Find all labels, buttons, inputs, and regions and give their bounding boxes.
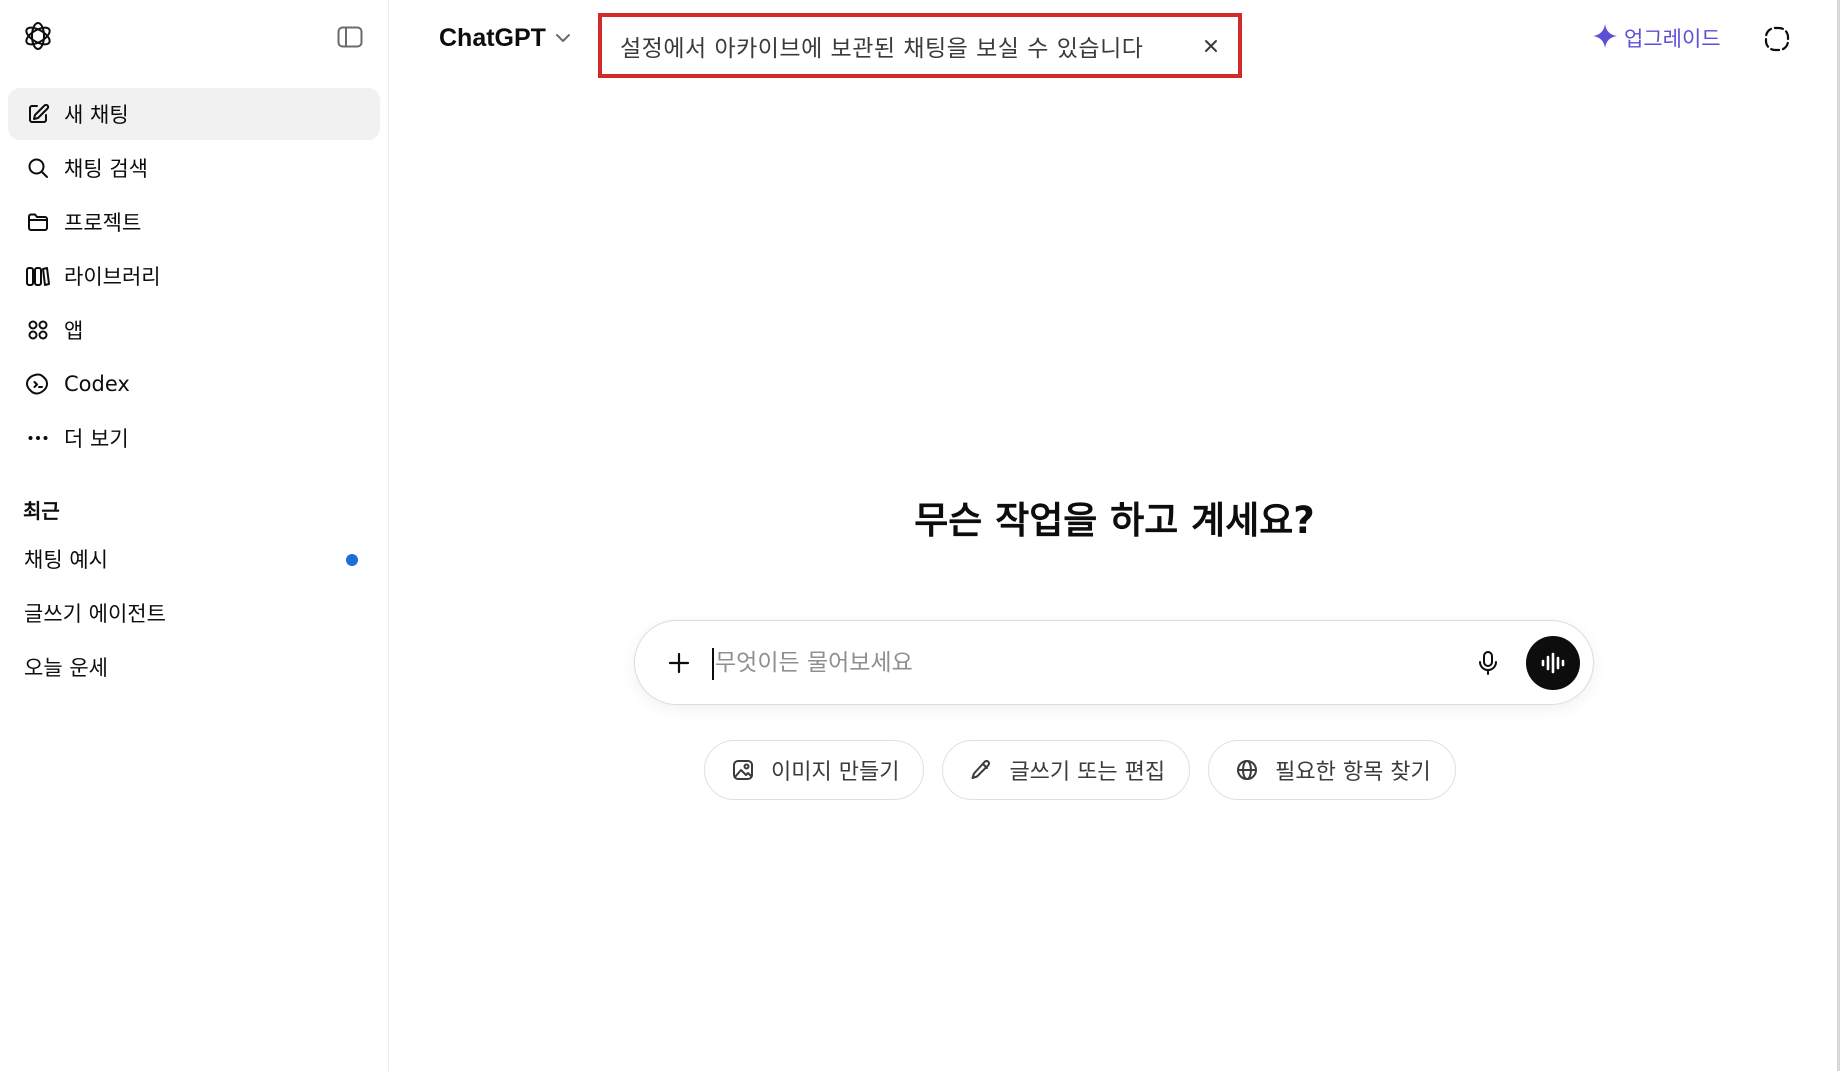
chip-label: 이미지 만들기 bbox=[771, 760, 900, 785]
globe-icon bbox=[1233, 756, 1261, 784]
folder-icon bbox=[24, 208, 52, 236]
search-icon bbox=[24, 154, 52, 182]
recent-section-title: 최근 bbox=[23, 499, 60, 523]
chip-label: 글쓰기 또는 편집 bbox=[1009, 760, 1166, 785]
recent-chat-label: 오늘 운세 bbox=[24, 656, 108, 680]
toast-message: 설정에서 아카이브에 보관된 채팅을 보실 수 있습니다 bbox=[620, 35, 1144, 62]
sidebar-item-search-chats[interactable]: 채팅 검색 bbox=[8, 142, 380, 194]
plus-icon[interactable] bbox=[661, 645, 697, 681]
model-selector[interactable]: ChatGPT bbox=[439, 20, 572, 56]
sidebar-item-label: 프로젝트 bbox=[64, 211, 142, 235]
sidebar-item-label: Codex bbox=[64, 372, 130, 396]
microphone-icon[interactable] bbox=[1470, 645, 1506, 681]
page-title: 무슨 작업을 하고 계세요? bbox=[914, 499, 1315, 542]
unread-dot-icon bbox=[346, 554, 358, 566]
chevron-down-icon bbox=[554, 32, 572, 44]
recent-chat-item[interactable]: 오늘 운세 bbox=[8, 640, 380, 694]
sidebar-item-label: 더 보기 bbox=[64, 427, 129, 451]
sidebar-item-label: 채팅 검색 bbox=[64, 157, 148, 181]
sidebar-item-more[interactable]: 더 보기 bbox=[8, 412, 380, 464]
sidebar-item-codex[interactable]: Codex bbox=[8, 358, 380, 410]
sidebar-item-projects[interactable]: 프로젝트 bbox=[8, 196, 380, 248]
sidebar-item-label: 라이브러리 bbox=[64, 265, 161, 289]
archive-notice-toast: 설정에서 아카이브에 보관된 채팅을 보실 수 있습니다 bbox=[598, 13, 1242, 78]
chip-find-info[interactable]: 필요한 항목 찾기 bbox=[1208, 740, 1456, 800]
voice-mode-button[interactable] bbox=[1526, 636, 1580, 690]
sidebar-nav: 새 채팅 채팅 검색 프로젝트 라이브러리 앱 Codex 더 보기 bbox=[8, 88, 380, 466]
prompt-input[interactable] bbox=[715, 641, 1475, 685]
image-icon bbox=[729, 756, 757, 784]
recent-chat-item[interactable]: 채팅 예시 bbox=[8, 532, 380, 586]
recent-chat-label: 글쓰기 에이전트 bbox=[24, 602, 166, 626]
model-name: ChatGPT bbox=[439, 23, 546, 52]
text-caret bbox=[712, 648, 714, 680]
sidebar-item-library[interactable]: 라이브러리 bbox=[8, 250, 380, 302]
upgrade-button[interactable]: 업그레이드 bbox=[1592, 22, 1721, 54]
composer bbox=[634, 620, 1594, 705]
pencil-icon bbox=[967, 756, 995, 784]
sparkle-icon bbox=[1592, 23, 1618, 53]
recent-chat-label: 채팅 예시 bbox=[24, 548, 108, 572]
sidebar-toggle-icon[interactable] bbox=[334, 22, 366, 52]
chip-create-image[interactable]: 이미지 만들기 bbox=[704, 740, 925, 800]
chip-label: 필요한 항목 찾기 bbox=[1275, 760, 1431, 785]
apps-icon bbox=[24, 316, 52, 344]
more-icon bbox=[24, 424, 52, 452]
waveform-icon bbox=[1541, 652, 1565, 674]
temporary-chat-icon[interactable] bbox=[1760, 22, 1794, 56]
recent-chat-item[interactable]: 글쓰기 에이전트 bbox=[8, 586, 380, 640]
sidebar-item-new-chat[interactable]: 새 채팅 bbox=[8, 88, 380, 140]
edit-icon bbox=[24, 100, 52, 128]
openai-logo-icon[interactable] bbox=[20, 18, 56, 54]
suggestion-chips: 이미지 만들기 글쓰기 또는 편집 필요한 항목 찾기 bbox=[704, 740, 1456, 800]
library-icon bbox=[24, 262, 52, 290]
chip-write-or-edit[interactable]: 글쓰기 또는 편집 bbox=[942, 740, 1191, 800]
sidebar: 새 채팅 채팅 검색 프로젝트 라이브러리 앱 Codex 더 보기 최근 채팅… bbox=[0, 0, 389, 1071]
sidebar-item-apps[interactable]: 앱 bbox=[8, 304, 380, 356]
sidebar-item-label: 앱 bbox=[64, 319, 84, 343]
close-icon[interactable] bbox=[1200, 35, 1222, 57]
sidebar-item-label: 새 채팅 bbox=[64, 103, 129, 127]
upgrade-label: 업그레이드 bbox=[1624, 27, 1721, 51]
recent-chats-list: 채팅 예시 글쓰기 에이전트 오늘 운세 bbox=[8, 532, 380, 694]
codex-icon bbox=[24, 370, 52, 398]
